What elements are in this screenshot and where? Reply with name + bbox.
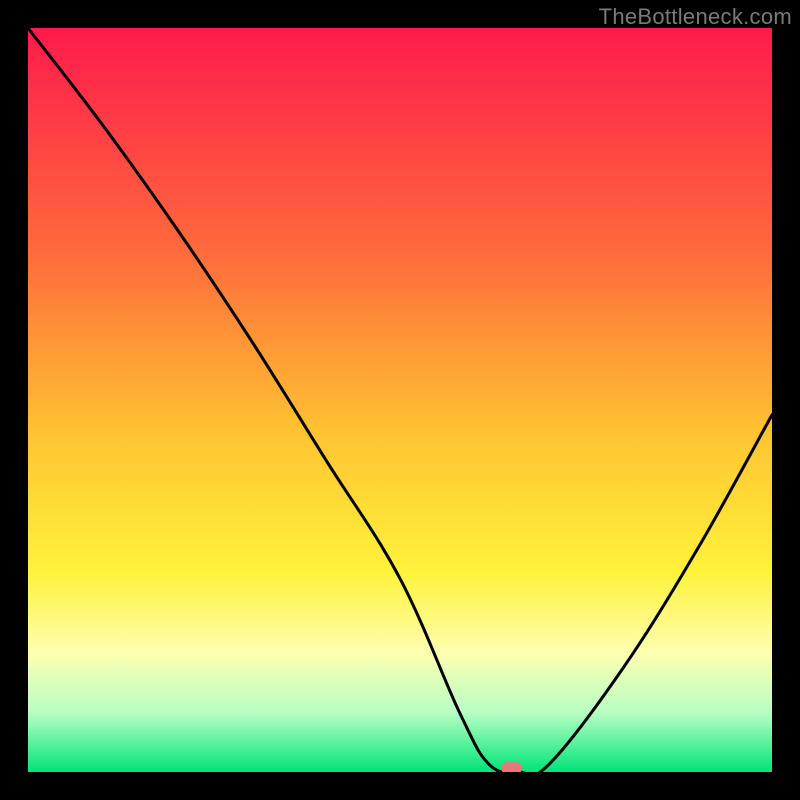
chart-svg (28, 28, 772, 772)
plot-area (28, 28, 772, 772)
marker-icon (502, 762, 522, 772)
watermark-text: TheBottleneck.com (599, 4, 792, 30)
chart-container: TheBottleneck.com (0, 0, 800, 800)
gradient-background (28, 28, 772, 772)
